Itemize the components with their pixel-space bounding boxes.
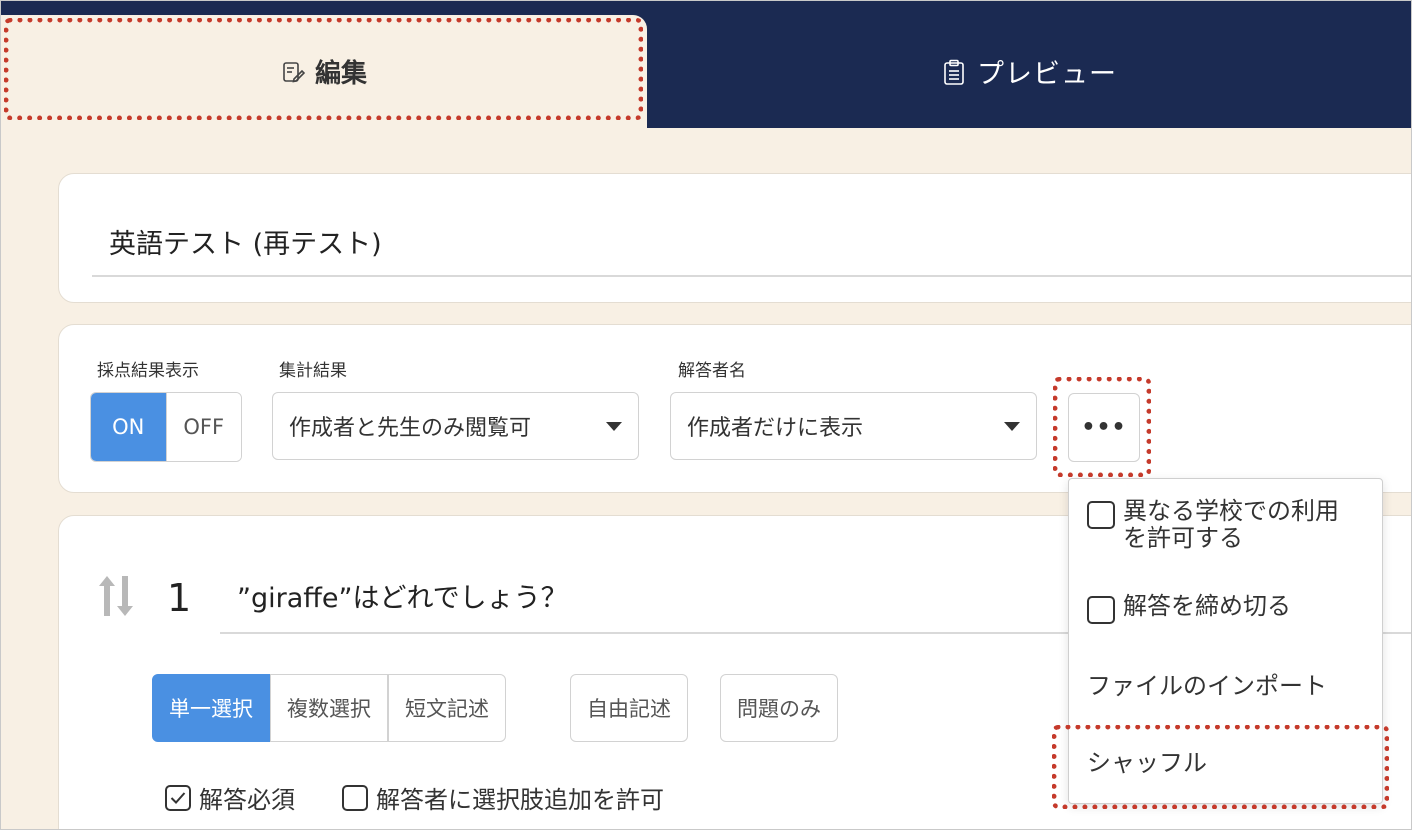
clipboard-icon [943, 59, 965, 85]
respondent-select-value: 作成者だけに表示 [687, 416, 864, 441]
more-options-menu: 異なる学校での利用 を許可する 解答を締め切る ファイルのインポート シャッフル [1068, 478, 1383, 804]
edit-icon [281, 60, 305, 84]
menu-item-shuffle[interactable]: シャッフル [1087, 750, 1207, 777]
menu-item-1-line-2: を許可する [1123, 524, 1243, 552]
grading-toggle[interactable]: ON OFF [90, 392, 242, 462]
question-type-group: 単一選択 複数選択 短文記述 [152, 674, 506, 742]
menu-item-import-file-label: ファイルのインポート [1087, 672, 1327, 700]
settings-card: 採点結果表示 ON OFF 集計結果 作成者と先生のみ閲覧可 解答者名 作成者だ… [58, 324, 1411, 493]
summary-select-value: 作成者と先生のみ閲覧可 [289, 416, 532, 441]
checkbox-unchecked[interactable] [1087, 596, 1115, 624]
title-card: 英語テスト (再テスト) [58, 173, 1411, 303]
tab-preview-label: プレビュー [977, 59, 1117, 90]
tab-bar: 編集 プレビュー [1, 1, 1411, 128]
required-option[interactable]: 解答必須 [165, 780, 295, 815]
question-text-input[interactable]: ”giraffe”はどれでしょう？ [237, 576, 568, 615]
more-icon: ••• [1081, 415, 1127, 440]
allow-add-label: 解答者に選択肢追加を許可 [376, 786, 664, 814]
chevron-down-icon [606, 422, 622, 431]
checkbox-unchecked[interactable] [342, 784, 368, 811]
more-options-button[interactable]: ••• [1068, 393, 1140, 462]
form-title-input[interactable]: 英語テスト (再テスト) [109, 222, 382, 261]
title-underline [92, 275, 1411, 277]
menu-item-close-answers-label: 解答を締め切る [1123, 592, 1291, 620]
toggle-on-button[interactable]: ON [91, 393, 166, 461]
tab-edit-label: 編集 [314, 59, 367, 89]
chevron-down-icon [1004, 422, 1020, 431]
grading-display-label: 採点結果表示 [97, 361, 199, 381]
tab-edit[interactable]: 編集 [1, 15, 647, 128]
required-label: 解答必須 [199, 786, 295, 814]
checkbox-checked[interactable] [165, 784, 191, 811]
menu-item-allow-other-schools-label: 異なる学校での利用 を許可する [1123, 498, 1339, 552]
type-multiple-choice-button[interactable]: 複数選択 [270, 674, 388, 742]
type-question-only-button[interactable]: 問題のみ [720, 674, 838, 742]
summary-select[interactable]: 作成者と先生のみ閲覧可 [272, 392, 639, 460]
menu-item-allow-other-schools[interactable]: 異なる学校での利用 を許可する [1087, 498, 1339, 552]
tab-preview[interactable]: プレビュー [647, 15, 1411, 128]
summary-label: 集計結果 [279, 361, 347, 381]
menu-item-1-line-1: 異なる学校での利用 [1123, 497, 1339, 525]
app-frame: 編集 プレビュー 英語テスト (再テスト) 採点結果表示 ON OFF 集計結果… [0, 0, 1412, 830]
menu-item-close-answers[interactable]: 解答を締め切る [1087, 593, 1291, 624]
respondent-name-label: 解答者名 [678, 361, 746, 381]
sort-icon[interactable] [97, 572, 135, 624]
allow-add-option[interactable]: 解答者に選択肢追加を許可 [342, 780, 664, 815]
type-single-choice-button[interactable]: 単一選択 [152, 674, 270, 742]
type-short-text-button[interactable]: 短文記述 [388, 674, 506, 742]
toggle-off-button[interactable]: OFF [165, 393, 241, 461]
checkbox-unchecked[interactable] [1087, 501, 1115, 529]
question-number: 1 [167, 576, 192, 620]
respondent-name-select[interactable]: 作成者だけに表示 [670, 392, 1037, 460]
type-free-text-button[interactable]: 自由記述 [570, 674, 688, 742]
menu-item-shuffle-label: シャッフル [1087, 749, 1207, 777]
menu-item-import-file[interactable]: ファイルのインポート [1087, 673, 1327, 700]
